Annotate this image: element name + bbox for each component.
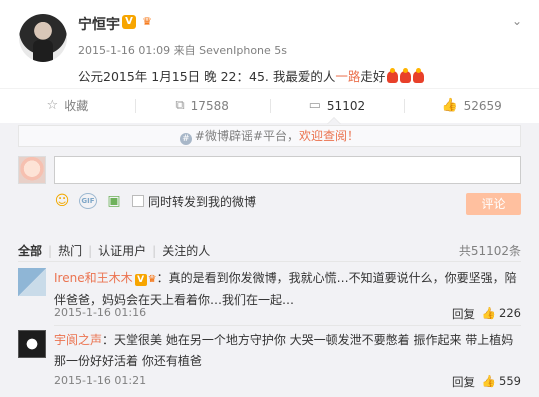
- member-crown-icon[interactable]: ♛: [139, 15, 155, 29]
- post-text-tail: 走好: [360, 69, 386, 84]
- commenter-avatar[interactable]: [18, 268, 46, 296]
- comment-time: 2015-1-16 01:21: [54, 374, 147, 387]
- filter-divider: |: [48, 244, 53, 258]
- weibo-post: 宁恒宇 V ♛ ⌄ 2015-1-16 01:09 来自 SevenIphone…: [0, 0, 539, 120]
- post-timestamp[interactable]: 2015-1-16 01:09: [78, 44, 170, 57]
- comment-item: Irene和王木木 V ♛：真的是看到你发微博，我就心慌…不知道要说什么，你要坚强，…: [18, 268, 521, 326]
- like-button[interactable]: 👍 52659: [404, 89, 539, 122]
- author-name[interactable]: 宁恒宇: [78, 14, 120, 34]
- gif-icon[interactable]: GIF: [79, 193, 97, 209]
- favorite-button[interactable]: ☆ 收藏: [0, 89, 135, 122]
- reply-button[interactable]: 回复: [452, 374, 475, 390]
- member-crown-icon[interactable]: ♛: [148, 269, 157, 290]
- filter-verified[interactable]: 认证用户: [98, 242, 146, 259]
- post-text: 公元2015年 1月15日 晚 22：45. 我最爱的人一路走好: [78, 66, 425, 85]
- repost-checkbox[interactable]: [132, 195, 144, 207]
- repost-button[interactable]: ⧉ 17588: [134, 89, 270, 122]
- post-text-main: 公元2015年 1月15日 晚 22：45. 我最爱的人: [78, 69, 336, 84]
- reply-button[interactable]: 回复: [452, 306, 475, 322]
- comment-text: ：天堂很美 她在另一个地方守护你 大哭一顿发泄不要憋着 振作起来 带上植妈那一份…: [54, 333, 514, 368]
- like-count: 52659: [463, 98, 502, 113]
- repost-checkbox-label[interactable]: 同时转发到我的微博: [148, 193, 256, 210]
- notice-link[interactable]: 欢迎查阅！: [299, 129, 359, 143]
- image-icon[interactable]: ▣: [106, 193, 122, 209]
- filter-following[interactable]: 关注的人: [162, 242, 210, 259]
- star-icon: ☆: [46, 98, 59, 113]
- commenter-name[interactable]: 宇阆之声: [54, 333, 102, 347]
- verified-badge-icon[interactable]: V: [134, 274, 147, 286]
- comment-like-count: 559: [499, 374, 521, 388]
- candle-emoji-icon: [413, 68, 425, 83]
- commenter-name[interactable]: Irene和王木木: [54, 271, 133, 285]
- current-user-avatar: [18, 156, 46, 184]
- commenter-avatar[interactable]: [18, 330, 46, 358]
- filter-all[interactable]: 全部: [18, 242, 42, 259]
- comment-item: 宇阆之声：天堂很美 她在另一个地方守护你 大哭一顿发泄不要憋着 振作起来 带上植…: [18, 330, 521, 392]
- repost-icon: ⧉: [175, 98, 185, 113]
- favorite-label: 收藏: [64, 99, 89, 113]
- thumb-up-icon: 👍: [441, 98, 458, 113]
- thumb-up-icon: 👍: [481, 306, 497, 320]
- comment-icon: ▭: [308, 98, 321, 113]
- repost-count: 17588: [190, 98, 229, 113]
- comment-body: Irene和王木木 V ♛：真的是看到你发微博，我就心慌…不知道要说什么，你要坚强，…: [54, 268, 521, 311]
- comment-like-button[interactable]: 👍 559: [482, 374, 521, 388]
- post-text-highlight[interactable]: 一路: [335, 69, 360, 84]
- filter-divider: |: [88, 244, 93, 258]
- source-prefix: 来自: [173, 44, 196, 57]
- rumor-notice: # #微博辟谣#平台，欢迎查阅！: [18, 125, 521, 147]
- comment-time: 2015-1-16 01:16: [54, 306, 147, 319]
- notice-topic[interactable]: #微博辟谣#平台，: [195, 129, 299, 143]
- candle-emoji-icon: [387, 68, 399, 83]
- chevron-down-icon[interactable]: ⌄: [510, 14, 524, 28]
- filter-divider-line: [18, 261, 521, 262]
- post-action-bar: ☆ 收藏 ⧉ 17588 ▭ 51102 👍 52659: [0, 88, 539, 122]
- comment-panel-caret: [327, 117, 341, 124]
- emoji-icon[interactable]: ☺: [54, 193, 70, 209]
- filter-hot[interactable]: 热门: [58, 242, 82, 259]
- comment-like-count: 226: [499, 306, 521, 320]
- comment-divider: [54, 325, 521, 326]
- thumb-up-icon: 👍: [481, 374, 497, 388]
- submit-comment-button[interactable]: 评论: [466, 193, 521, 215]
- comment-filter-bar: 全部 | 热门 | 认证用户 | 关注的人: [18, 242, 521, 258]
- verified-badge-icon[interactable]: V: [122, 15, 136, 29]
- filter-divider: |: [152, 244, 157, 258]
- post-source[interactable]: SevenIphone 5s: [199, 44, 287, 57]
- author-avatar[interactable]: [19, 14, 67, 62]
- comment-like-button[interactable]: 👍 226: [482, 306, 521, 320]
- comment-total: 共51102条: [458, 244, 521, 258]
- candle-emoji-icon: [400, 68, 412, 83]
- comment-panel: # #微博辟谣#平台，欢迎查阅！ ☺ GIF ▣ 同时转发到我的微博 评论 全部 |…: [0, 123, 539, 397]
- comment-input[interactable]: [54, 156, 521, 184]
- rumor-hash-icon: #: [179, 133, 192, 145]
- post-meta: 2015-1-16 01:09 来自 SevenIphone 5s: [78, 42, 287, 58]
- comment-body: 宇阆之声：天堂很美 她在另一个地方守护你 大哭一顿发泄不要憋着 振作起来 带上植…: [54, 330, 521, 372]
- comment-count: 51102: [326, 98, 366, 113]
